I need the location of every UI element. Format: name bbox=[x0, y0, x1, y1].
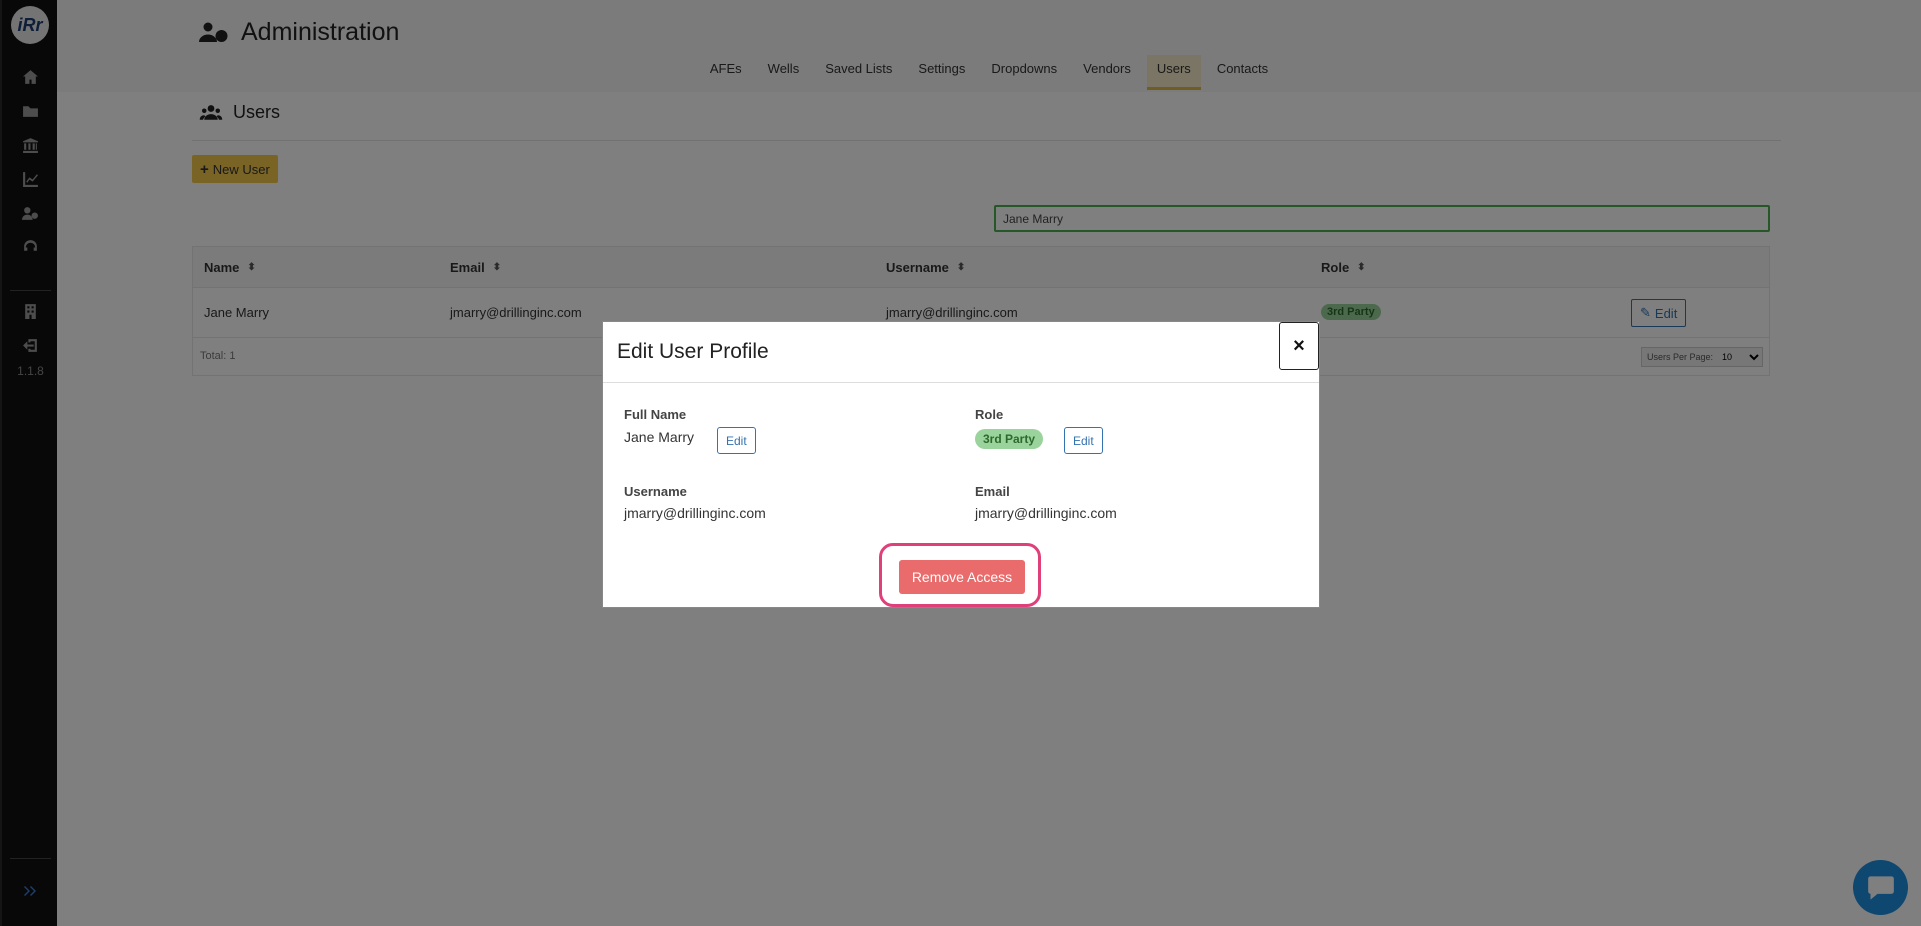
role-badge: 3rd Party bbox=[975, 429, 1044, 449]
full-name-label: Full Name bbox=[624, 407, 687, 422]
modal-title: Edit User Profile bbox=[617, 340, 769, 363]
email-value: jmarry@drillinginc.com bbox=[975, 505, 1117, 521]
close-button[interactable]: × bbox=[1279, 322, 1319, 370]
edit-name-button[interactable]: Edit bbox=[717, 427, 756, 454]
edit-role-button[interactable]: Edit bbox=[1064, 427, 1103, 454]
full-name-value: Jane Marry bbox=[624, 429, 695, 445]
username-label: Username bbox=[624, 484, 687, 499]
remove-access-button[interactable]: Remove Access bbox=[899, 560, 1025, 594]
email-label: Email bbox=[975, 484, 1010, 499]
edit-user-modal: Edit User Profile × Full Name Jane Marry… bbox=[602, 321, 1320, 608]
username-value: jmarry@drillinginc.com bbox=[624, 505, 766, 521]
modal-header: Edit User Profile × bbox=[603, 322, 1319, 383]
role-label: Role bbox=[975, 407, 1004, 422]
